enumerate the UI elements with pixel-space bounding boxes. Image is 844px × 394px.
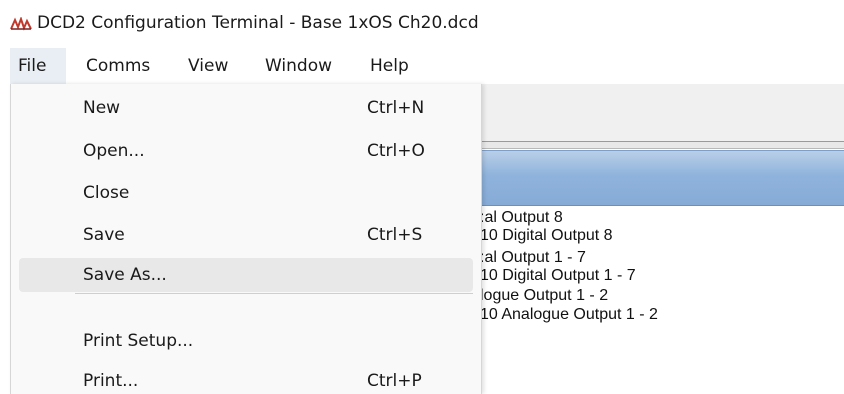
menu-bar: File Comms View Window Help bbox=[0, 48, 844, 84]
menu-item-shortcut: Ctrl+S bbox=[367, 225, 423, 245]
output-list: :al Output 8 10 Digital Output 8 :al Out… bbox=[480, 206, 844, 394]
menu-window[interactable]: Window bbox=[257, 48, 340, 84]
list-item[interactable]: :al Output 8 bbox=[480, 209, 563, 227]
menu-comms[interactable]: Comms bbox=[78, 48, 158, 84]
menu-item-new[interactable]: New Ctrl+N bbox=[19, 91, 473, 125]
menu-item-shortcut: Ctrl+O bbox=[367, 141, 425, 161]
app-logo-icon bbox=[10, 17, 32, 31]
title-bar: DCD2 Configuration Terminal - Base 1xOS … bbox=[0, 0, 844, 48]
menu-item-close[interactable]: Close bbox=[19, 176, 473, 210]
panel-header bbox=[480, 150, 844, 206]
menu-item-open[interactable]: Open... Ctrl+O bbox=[19, 134, 473, 168]
list-item[interactable]: :al Output 1 - 7 bbox=[480, 249, 586, 267]
menu-item-save[interactable]: Save Ctrl+S bbox=[19, 218, 473, 252]
menu-item-print[interactable]: Print... Ctrl+P bbox=[19, 364, 473, 394]
menu-item-shortcut: Ctrl+P bbox=[367, 371, 422, 391]
menu-item-print-setup[interactable]: Print Setup... bbox=[19, 324, 473, 358]
menu-file[interactable]: File bbox=[10, 48, 66, 84]
list-item[interactable]: 10 Analogue Output 1 - 2 bbox=[480, 306, 658, 324]
toolbar-area bbox=[480, 84, 844, 142]
menu-item-label: Save bbox=[83, 225, 125, 245]
menu-item-label: Print... bbox=[83, 371, 139, 391]
menu-view[interactable]: View bbox=[180, 48, 236, 84]
menu-item-shortcut: Ctrl+N bbox=[367, 98, 425, 118]
menu-item-label: Save As... bbox=[83, 265, 167, 285]
menu-item-label: Print Setup... bbox=[83, 331, 194, 351]
menu-help[interactable]: Help bbox=[362, 48, 417, 84]
app-window: DCD2 Configuration Terminal - Base 1xOS … bbox=[0, 0, 844, 394]
menu-separator bbox=[75, 293, 473, 294]
file-menu-dropdown: New Ctrl+N Open... Ctrl+O Close Save Ctr… bbox=[10, 84, 482, 394]
menu-item-label: Open... bbox=[83, 141, 145, 161]
menu-item-save-as[interactable]: Save As... bbox=[19, 258, 473, 292]
list-item[interactable]: logue Output 1 - 2 bbox=[480, 287, 608, 305]
list-item[interactable]: 10 Digital Output 1 - 7 bbox=[480, 267, 636, 285]
menu-item-label: New bbox=[83, 98, 121, 118]
toolbar-divider bbox=[480, 142, 844, 149]
menu-item-label: Close bbox=[83, 183, 130, 203]
list-item[interactable]: 10 Digital Output 8 bbox=[480, 227, 613, 245]
window-title: DCD2 Configuration Terminal - Base 1xOS … bbox=[37, 13, 479, 33]
